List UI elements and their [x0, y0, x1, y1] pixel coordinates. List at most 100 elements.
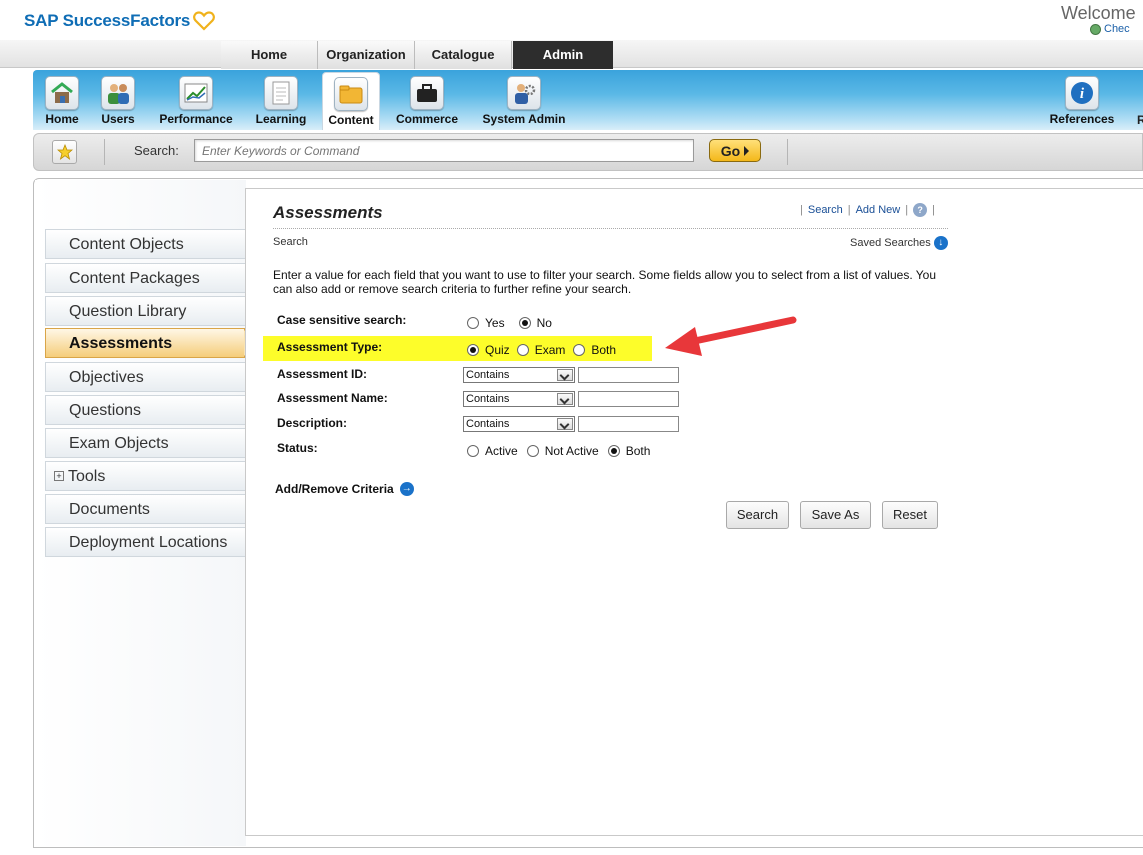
tab-organization[interactable]: Organization	[318, 41, 415, 69]
sidebar-item-objectives[interactable]: Objectives	[45, 362, 245, 392]
link-divider: |	[932, 204, 935, 216]
status-active-radio[interactable]	[467, 445, 479, 457]
tab-home[interactable]: Home	[221, 41, 318, 69]
reset-button[interactable]: Reset	[882, 501, 938, 529]
sidebar-item-question-library[interactable]: Question Library	[45, 296, 245, 326]
status-label: Status:	[277, 441, 318, 455]
brand-text: SAP SuccessFactors	[24, 11, 191, 30]
go-button[interactable]: Go	[709, 139, 761, 162]
tab-catalogue[interactable]: Catalogue	[415, 41, 512, 69]
assessment-type-radios: Quiz Exam Both	[467, 343, 616, 357]
sidebar-item-tools-label: Tools	[68, 468, 106, 485]
assessment-name-operator-value: Contains	[466, 393, 510, 405]
nav-system-admin[interactable]: System Admin	[481, 72, 567, 126]
case-sensitive-radios: Yes No	[467, 316, 552, 330]
assessment-id-label: Assessment ID:	[277, 367, 368, 381]
sidebar-item-exam-objects[interactable]: Exam Objects	[45, 428, 245, 458]
check-link[interactable]: Chec	[1090, 23, 1130, 35]
assessment-type-both-label: Both	[591, 343, 617, 357]
help-icon[interactable]: ?	[913, 203, 928, 217]
sidebar-item-documents[interactable]: Documents	[45, 494, 245, 524]
toolbar-divider	[787, 139, 788, 165]
assessment-name-operator-select[interactable]: Contains	[463, 391, 575, 407]
sidebar-item-content-objects[interactable]: Content Objects	[45, 229, 245, 259]
home-icon	[45, 76, 79, 110]
description-input[interactable]	[578, 416, 679, 432]
case-sensitive-yes-label: Yes	[485, 316, 505, 330]
favorites-button[interactable]	[52, 140, 77, 164]
expand-plus-icon[interactable]: +	[54, 471, 64, 481]
sidebar-item-content-packages[interactable]: Content Packages	[45, 263, 245, 293]
check-link-label: Chec	[1104, 23, 1130, 35]
add-remove-criteria-label: Add/Remove Criteria	[275, 482, 394, 496]
status-both-radio[interactable]	[607, 445, 620, 457]
nav-overflow-item[interactable]: R	[1137, 113, 1143, 127]
add-remove-criteria-link[interactable]: Add/Remove Criteria →	[275, 482, 414, 496]
add-new-link[interactable]: Add New	[856, 204, 901, 216]
case-sensitive-no-radio[interactable]	[518, 317, 531, 329]
title-divider	[273, 228, 948, 229]
sidebar-item-deployment-locations[interactable]: Deployment Locations	[45, 527, 245, 557]
assessment-name-label: Assessment Name:	[277, 391, 388, 405]
search-link[interactable]: Search	[808, 204, 843, 216]
page-title: Assessments	[273, 203, 383, 222]
assessment-type-exam-radio[interactable]	[516, 344, 529, 356]
toolbar-divider	[104, 139, 105, 165]
search-button[interactable]: Search	[726, 501, 789, 529]
sidebar-item-tools[interactable]: + Tools	[45, 461, 245, 491]
link-divider: |	[847, 204, 851, 216]
assessment-type-both-radio[interactable]	[573, 344, 586, 356]
search-instructions: Enter a value for each field that you wa…	[273, 268, 937, 296]
performance-chart-icon	[179, 76, 213, 110]
save-as-button[interactable]: Save As	[800, 501, 871, 529]
case-sensitive-label: Case sensitive search:	[277, 313, 407, 327]
arrow-right-circle-icon: →	[399, 482, 414, 496]
assessment-name-input[interactable]	[578, 391, 679, 407]
sidebar-item-questions[interactable]: Questions	[45, 395, 245, 425]
nav-home-label: Home	[45, 112, 79, 126]
nav-commerce[interactable]: Commerce	[393, 72, 461, 126]
saved-searches-label: Saved Searches	[850, 237, 931, 249]
panel-links: | Search | Add New | ? |	[800, 203, 935, 217]
nav-references-label: References	[1049, 112, 1115, 126]
keyword-search-input[interactable]	[194, 139, 694, 162]
case-sensitive-yes-radio[interactable]	[467, 317, 479, 329]
brand-logo[interactable]: SAP SuccessFactors	[24, 11, 216, 31]
tab-admin[interactable]: Admin	[513, 41, 613, 69]
nav-users-label: Users	[101, 112, 135, 126]
play-arrow-icon	[744, 145, 750, 156]
status-radios: Active Not Active Both	[467, 444, 650, 458]
assessment-type-quiz-label: Quiz	[485, 343, 510, 357]
description-operator-select[interactable]: Contains	[463, 416, 575, 432]
status-active-label: Active	[485, 444, 518, 458]
chevron-down-icon	[557, 369, 573, 381]
nav-home[interactable]: Home	[40, 72, 84, 126]
nav-learning[interactable]: Learning	[253, 72, 309, 126]
assessment-id-operator-value: Contains	[466, 369, 510, 381]
nav-content[interactable]: Content	[322, 72, 380, 130]
sidebar-item-assessments[interactable]: Assessments	[45, 328, 245, 358]
assessment-type-quiz-radio[interactable]	[467, 344, 479, 356]
nav-performance[interactable]: Performance	[155, 72, 237, 126]
nav-commerce-label: Commerce	[395, 112, 459, 126]
saved-searches-link[interactable]: Saved Searches ↓	[850, 236, 948, 250]
nav-references[interactable]: i References	[1047, 72, 1117, 126]
chevron-down-icon	[557, 393, 573, 405]
briefcase-icon	[410, 76, 444, 110]
nav-system-admin-label: System Admin	[482, 112, 566, 126]
description-operator-value: Contains	[466, 418, 510, 430]
nav-users[interactable]: Users	[96, 72, 140, 126]
learning-document-icon	[264, 76, 298, 110]
status-not-active-radio[interactable]	[526, 445, 539, 457]
nav-content-label: Content	[328, 113, 374, 127]
description-label: Description:	[277, 416, 348, 430]
link-divider: |	[800, 204, 803, 216]
users-icon	[101, 76, 135, 110]
assessment-id-operator-select[interactable]: Contains	[463, 367, 575, 383]
arrow-down-circle-icon: ↓	[933, 236, 948, 250]
assessment-id-input[interactable]	[578, 367, 679, 383]
heart-icon	[193, 11, 216, 31]
assessment-type-exam-label: Exam	[534, 343, 566, 357]
search-subheader: Search	[273, 236, 308, 248]
status-not-active-label: Not Active	[544, 444, 599, 458]
